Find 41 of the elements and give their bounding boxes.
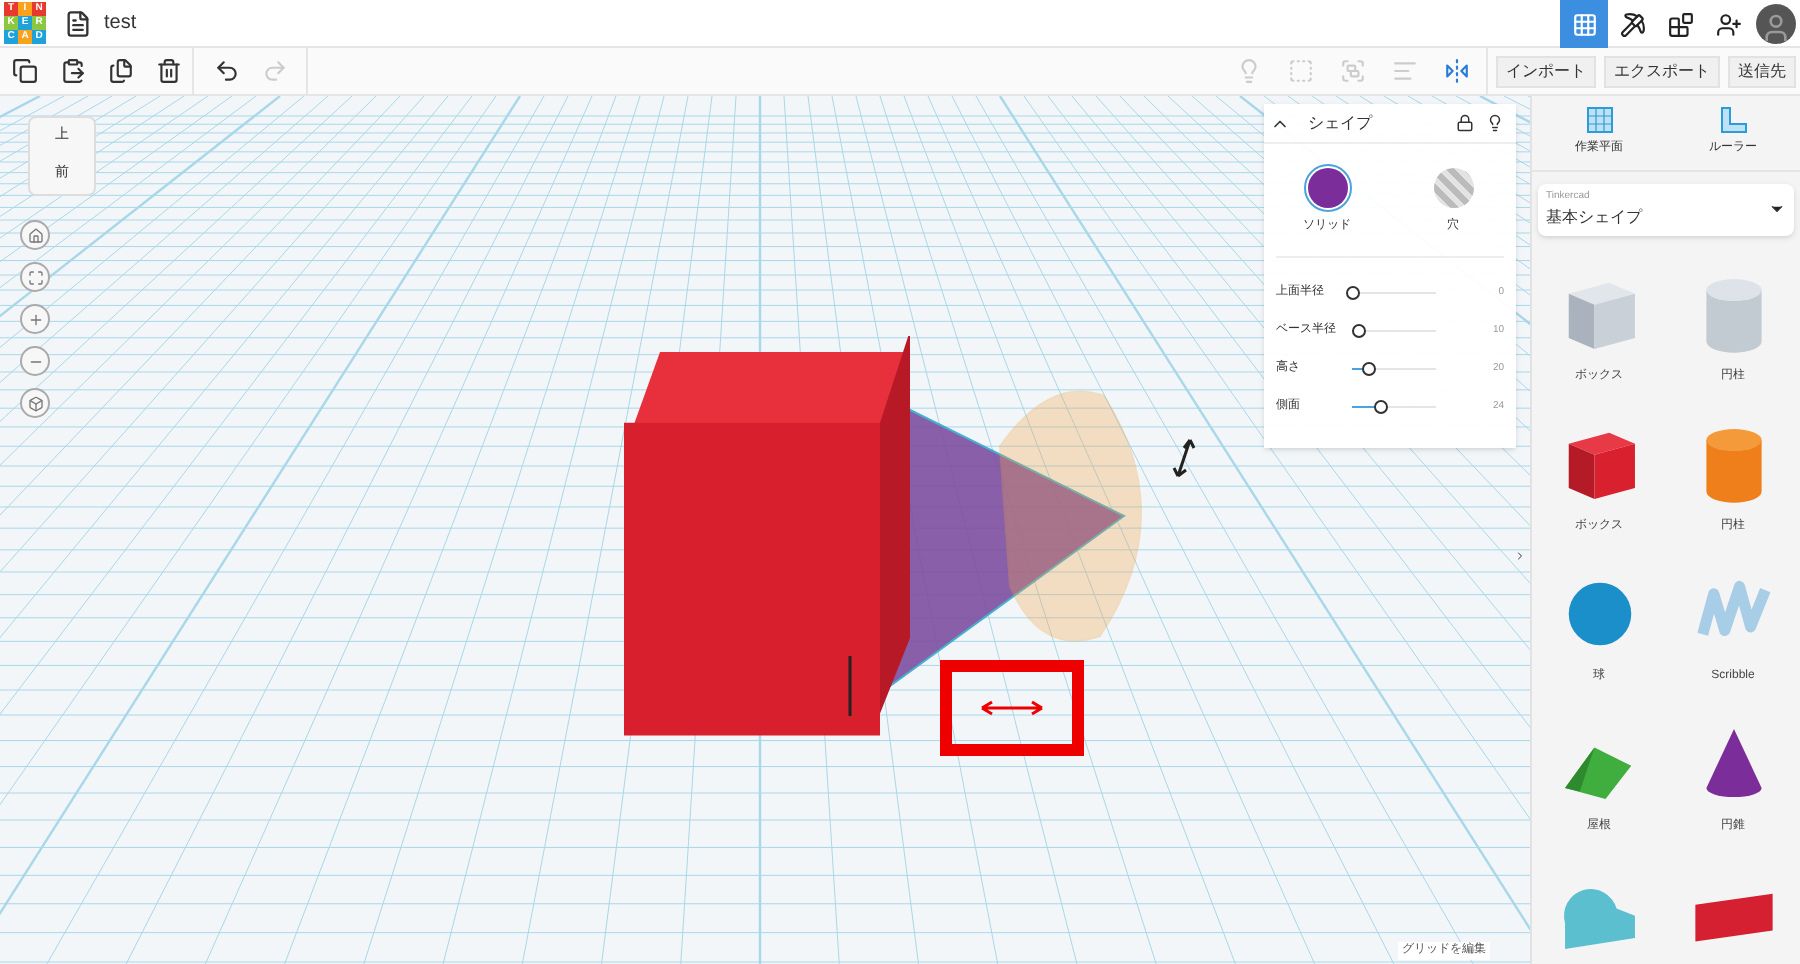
group-icon (1287, 58, 1313, 84)
delete-icon (155, 58, 181, 84)
window-title[interactable]: test (104, 8, 137, 38)
home-view-icon (27, 227, 43, 243)
grid-plane-icon (1585, 106, 1613, 134)
ruler-icon (1719, 106, 1747, 134)
redo-icon (261, 58, 287, 84)
duplicate-icon (107, 58, 133, 84)
panel-title: シェイプ (1308, 111, 1372, 135)
mirror-icon (1443, 58, 1469, 84)
toolbar-button[interactable]: インポート (1496, 55, 1596, 87)
ungroup-icon (1339, 58, 1365, 84)
document-list-icon[interactable] (64, 9, 92, 37)
light-icon (1235, 58, 1261, 84)
paste-icon (59, 58, 85, 84)
undo-icon (213, 58, 239, 84)
fit-view-icon (27, 269, 43, 285)
pickaxe-icon (1619, 11, 1645, 37)
toolbar-button[interactable]: エクスポート (1604, 55, 1720, 87)
user-add-icon (1715, 11, 1741, 37)
zoom-in-button[interactable] (20, 304, 50, 334)
toolbar-button[interactable]: 送信先 (1728, 55, 1796, 87)
slider-thumb[interactable] (1362, 362, 1377, 376)
grid-icon (1571, 11, 1597, 37)
align-icon (1391, 58, 1417, 84)
slider-thumb[interactable] (1346, 286, 1360, 300)
perspective-button[interactable] (20, 388, 50, 418)
slider-thumb[interactable] (1373, 400, 1388, 414)
perspective-icon (27, 395, 43, 411)
fit-view-button[interactable] (20, 262, 50, 292)
resize-arrow-icon[interactable] (1170, 436, 1198, 480)
avatar[interactable] (1752, 0, 1800, 48)
zoom-out-button[interactable] (20, 346, 50, 376)
person-silhouette-icon (1760, 12, 1792, 44)
copy-icon (11, 58, 37, 84)
slider-thumb[interactable] (1351, 324, 1366, 338)
home-view-button[interactable] (20, 220, 50, 250)
zoom-in-icon (27, 311, 43, 327)
light-icon[interactable] (1486, 114, 1504, 132)
lock-icon[interactable] (1456, 114, 1474, 132)
bricks-icon (1667, 11, 1693, 37)
